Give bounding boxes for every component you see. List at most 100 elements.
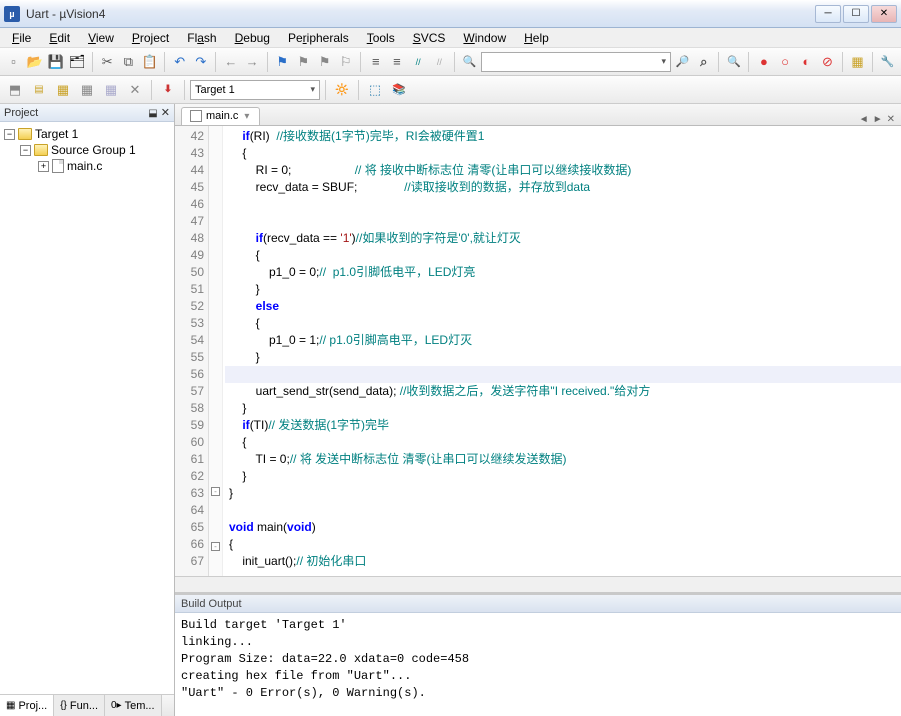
save-button[interactable] bbox=[46, 51, 65, 73]
tree-file-label: main.c bbox=[67, 159, 102, 173]
project-tabs: ▦Proj... {}Fun... 0▸Tem... bbox=[0, 694, 174, 716]
menu-flash[interactable]: Flash bbox=[179, 29, 224, 47]
expand-icon[interactable]: + bbox=[38, 161, 49, 172]
build-output-header: Build Output bbox=[175, 595, 901, 613]
menu-file[interactable]: File bbox=[4, 29, 39, 47]
download-button[interactable] bbox=[157, 79, 179, 101]
menu-view[interactable]: View bbox=[80, 29, 122, 47]
maximize-button[interactable]: ☐ bbox=[843, 5, 869, 23]
bookmark-toggle-button[interactable] bbox=[273, 51, 292, 73]
tree-group[interactable]: − Source Group 1 bbox=[2, 142, 172, 158]
rebuild-button[interactable] bbox=[52, 79, 74, 101]
minimize-button[interactable]: ─ bbox=[815, 5, 841, 23]
templates-icon: 0▸ bbox=[111, 700, 122, 711]
breakpoint-enable-button[interactable] bbox=[797, 51, 816, 73]
bookmark-prev-button[interactable] bbox=[294, 51, 313, 73]
pin-icon[interactable]: ⬓ bbox=[148, 108, 157, 119]
editor-tab-label: main.c bbox=[206, 110, 238, 122]
collapse-icon[interactable]: − bbox=[4, 129, 15, 140]
tree-target[interactable]: − Target 1 bbox=[2, 126, 172, 142]
open-button[interactable] bbox=[25, 51, 44, 73]
menu-window[interactable]: Window bbox=[455, 29, 514, 47]
file-toolbar bbox=[0, 48, 901, 76]
close-button[interactable]: ✕ bbox=[871, 5, 897, 23]
breakpoint-insert-button[interactable] bbox=[754, 51, 773, 73]
menu-svcs[interactable]: SVCS bbox=[405, 29, 454, 47]
stop-build-button[interactable] bbox=[100, 79, 122, 101]
breakpoint-kill-button[interactable] bbox=[818, 51, 837, 73]
menu-debug[interactable]: Debug bbox=[227, 29, 278, 47]
tab-close-button[interactable]: ✕ bbox=[887, 114, 895, 125]
debug-button[interactable] bbox=[724, 51, 743, 73]
find-in-files-button[interactable] bbox=[460, 51, 479, 73]
build-button[interactable] bbox=[28, 79, 50, 101]
outdent-button[interactable] bbox=[387, 51, 406, 73]
tab-functions[interactable]: {}Fun... bbox=[54, 695, 105, 716]
project-tree[interactable]: − Target 1 − Source Group 1 + main.c bbox=[0, 122, 174, 694]
code-content[interactable]: if(RI) //接收数据(1字节)完毕，RI会被硬件置1 { RI = 0; … bbox=[223, 126, 901, 576]
target-select[interactable]: Target 1 bbox=[190, 80, 320, 100]
build-output-panel: Build Output Build target 'Target 1' lin… bbox=[175, 592, 901, 716]
folder-icon bbox=[34, 144, 48, 156]
tab-prev-button[interactable]: ◄ bbox=[859, 114, 869, 125]
tab-menu-icon[interactable]: ▾ bbox=[244, 111, 249, 122]
project-panel-header: Project ⬓ ✕ bbox=[0, 104, 174, 122]
breakpoint-disable-button[interactable] bbox=[776, 51, 795, 73]
configure-button[interactable] bbox=[878, 51, 897, 73]
app-icon: µ bbox=[4, 6, 20, 22]
editor-tab-main[interactable]: main.c ▾ bbox=[181, 107, 260, 125]
horizontal-scrollbar[interactable] bbox=[175, 576, 901, 592]
redo-button[interactable] bbox=[191, 51, 210, 73]
batch-build-button[interactable] bbox=[76, 79, 98, 101]
project-icon: ▦ bbox=[6, 700, 15, 711]
indent-button[interactable] bbox=[366, 51, 385, 73]
line-number-gutter: 4243444546474849505152535455565758596061… bbox=[175, 126, 209, 576]
tab-templates[interactable]: 0▸Tem... bbox=[105, 695, 162, 716]
editor-area: main.c ▾ ◄ ► ✕ 4243444546474849505152535… bbox=[175, 104, 901, 716]
manage-components-button[interactable] bbox=[364, 79, 386, 101]
nav-back-button[interactable] bbox=[221, 51, 240, 73]
new-button[interactable] bbox=[4, 51, 23, 73]
menu-help[interactable]: Help bbox=[516, 29, 557, 47]
tree-file[interactable]: + main.c bbox=[2, 158, 172, 174]
titlebar: µ Uart - µVision4 ─ ☐ ✕ bbox=[0, 0, 901, 28]
nav-forward-button[interactable] bbox=[243, 51, 262, 73]
project-panel: Project ⬓ ✕ − Target 1 − Source Group 1 … bbox=[0, 104, 175, 716]
stop-button[interactable] bbox=[124, 79, 146, 101]
undo-button[interactable] bbox=[170, 51, 189, 73]
target-options-button[interactable] bbox=[331, 79, 353, 101]
code-editor[interactable]: 4243444546474849505152535455565758596061… bbox=[175, 126, 901, 576]
bookmark-clear-button[interactable] bbox=[336, 51, 355, 73]
build-toolbar: Target 1 bbox=[0, 76, 901, 104]
editor-tabbar: main.c ▾ ◄ ► ✕ bbox=[175, 104, 901, 126]
tab-project[interactable]: ▦Proj... bbox=[0, 695, 54, 716]
menu-project[interactable]: Project bbox=[124, 29, 177, 47]
comment-button[interactable] bbox=[409, 51, 428, 73]
fold-column[interactable]: -- bbox=[209, 126, 223, 576]
window-layout-button[interactable] bbox=[848, 51, 867, 73]
functions-icon: {} bbox=[60, 700, 67, 711]
manage-books-button[interactable] bbox=[388, 79, 410, 101]
paste-button[interactable] bbox=[140, 51, 159, 73]
menu-peripherals[interactable]: Peripherals bbox=[280, 29, 357, 47]
save-all-button[interactable] bbox=[68, 51, 87, 73]
cut-button[interactable] bbox=[98, 51, 117, 73]
uncomment-button[interactable] bbox=[430, 51, 449, 73]
window-title: Uart - µVision4 bbox=[26, 7, 815, 21]
build-output-text[interactable]: Build target 'Target 1' linking... Progr… bbox=[175, 613, 901, 716]
collapse-icon[interactable]: − bbox=[20, 145, 31, 156]
tree-group-label: Source Group 1 bbox=[51, 143, 136, 157]
incremental-find-button[interactable] bbox=[694, 51, 713, 73]
project-panel-title: Project bbox=[4, 107, 38, 119]
panel-close-button[interactable]: ✕ bbox=[161, 107, 170, 119]
file-icon bbox=[52, 159, 64, 173]
find-combo[interactable] bbox=[481, 52, 671, 72]
bookmark-next-button[interactable] bbox=[315, 51, 334, 73]
menu-tools[interactable]: Tools bbox=[359, 29, 403, 47]
menu-edit[interactable]: Edit bbox=[41, 29, 78, 47]
tab-next-button[interactable]: ► bbox=[873, 114, 883, 125]
translate-button[interactable] bbox=[4, 79, 26, 101]
copy-button[interactable] bbox=[119, 51, 138, 73]
find-button[interactable] bbox=[673, 51, 692, 73]
file-icon bbox=[190, 110, 202, 122]
